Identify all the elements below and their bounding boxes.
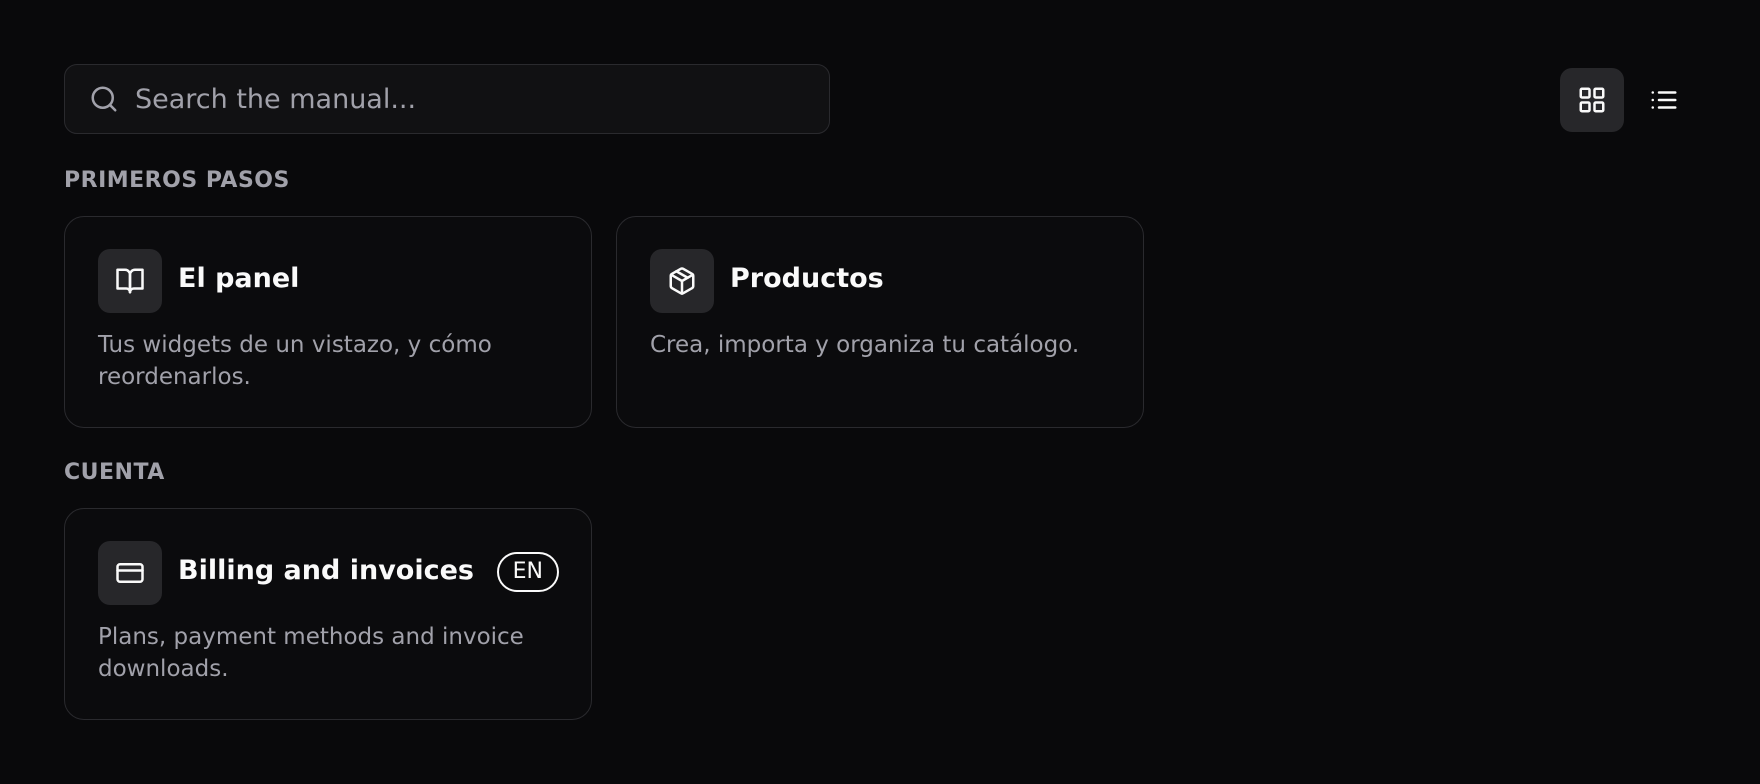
list-icon <box>1651 91 1677 109</box>
card-description: Crea, importa y organiza tu catálogo. <box>650 332 1080 358</box>
card-title: El panel <box>178 263 300 294</box>
language-badge: EN <box>496 552 559 592</box>
section-title-primeros-pasos: PRIMEROS PASOS <box>64 168 290 193</box>
card-title: Productos <box>730 263 884 294</box>
card-billing-and-invoices[interactable]: Billing and invoices EN Plans, payment m… <box>64 508 592 720</box>
manual-page: PRIMEROS PASOS El panel Tus widgets de u… <box>0 0 1760 784</box>
section-title-cuenta: CUENTA <box>64 460 165 485</box>
card-el-panel[interactable]: El panel Tus widgets de un vistazo, y có… <box>64 216 592 428</box>
grid-view-button[interactable] <box>1560 68 1624 132</box>
card-description: Plans, payment methods and invoice downl… <box>98 624 524 682</box>
package-icon <box>650 249 714 313</box>
card-title: Billing and invoices <box>178 555 474 586</box>
search-input[interactable] <box>135 65 829 133</box>
book-open-icon <box>98 249 162 313</box>
search-box[interactable] <box>64 64 830 134</box>
view-toggle <box>1560 68 1696 132</box>
search-icon <box>89 84 119 114</box>
card-description: Tus widgets de un vistazo, y cómo reorde… <box>98 332 492 390</box>
list-view-button[interactable] <box>1632 68 1696 132</box>
grid-icon <box>1579 87 1605 113</box>
card-productos[interactable]: Productos Crea, importa y organiza tu ca… <box>616 216 1144 428</box>
credit-card-icon <box>98 541 162 605</box>
